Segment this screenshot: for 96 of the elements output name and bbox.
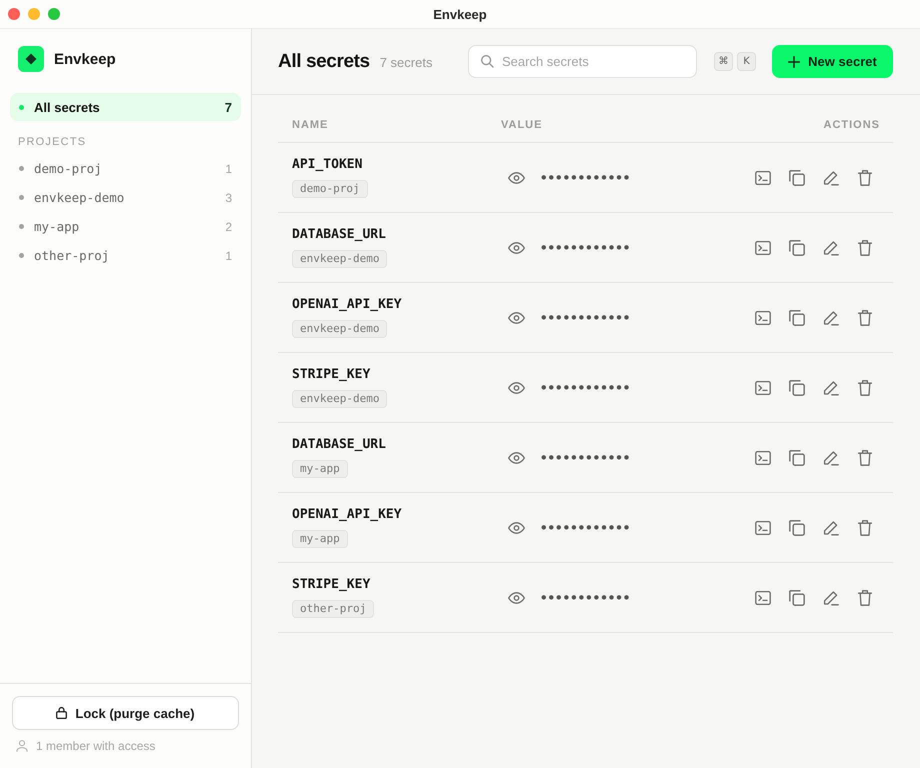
copy-icon[interactable] xyxy=(789,380,805,396)
project-item[interactable]: demo-proj 1 xyxy=(10,154,241,183)
eye-icon[interactable] xyxy=(508,452,525,464)
pencil-icon[interactable] xyxy=(823,310,839,326)
nav-label: All secrets xyxy=(34,100,101,114)
trash-icon[interactable] xyxy=(857,240,873,256)
dot-icon xyxy=(19,253,24,258)
copy-icon[interactable] xyxy=(789,450,805,466)
project-tag: demo-proj xyxy=(292,180,368,198)
secret-name: STRIPE_KEY xyxy=(292,367,370,383)
pencil-icon[interactable] xyxy=(823,450,839,466)
project-tag: my-app xyxy=(292,530,348,548)
eye-icon[interactable] xyxy=(508,242,525,254)
secret-name: OPENAI_API_KEY xyxy=(292,507,402,523)
item-count: 3 xyxy=(225,190,232,204)
item-count: 7 xyxy=(224,100,232,114)
masked-value: •••••••••••• xyxy=(540,520,630,535)
secret-name: API_TOKEN xyxy=(292,157,362,173)
dot-icon xyxy=(19,195,24,200)
shortcut-key: ⌘ xyxy=(714,52,733,71)
terminal-icon[interactable] xyxy=(755,170,771,186)
pencil-icon[interactable] xyxy=(823,590,839,606)
project-name: other-proj xyxy=(34,248,110,263)
pencil-icon[interactable] xyxy=(823,380,839,396)
project-tag: envkeep-demo xyxy=(292,320,388,338)
masked-value: •••••••••••• xyxy=(540,170,630,185)
eye-icon[interactable] xyxy=(508,592,525,604)
project-tag: envkeep-demo xyxy=(292,250,388,268)
column-header: ACTIONS xyxy=(824,118,880,130)
masked-value: •••••••••••• xyxy=(540,590,630,605)
dot-icon xyxy=(19,166,24,171)
trash-icon[interactable] xyxy=(857,520,873,536)
lock-button[interactable]: Lock (purge cache) xyxy=(12,696,239,730)
eye-icon[interactable] xyxy=(508,382,525,394)
eye-icon[interactable] xyxy=(508,522,525,534)
plus-icon xyxy=(788,56,800,68)
dot-icon xyxy=(19,224,24,229)
column-header: VALUE xyxy=(501,118,544,130)
column-header: NAME xyxy=(292,118,330,130)
pencil-icon[interactable] xyxy=(823,170,839,186)
secret-name: STRIPE_KEY xyxy=(292,577,370,593)
terminal-icon[interactable] xyxy=(755,240,771,256)
item-count: 2 xyxy=(225,220,232,234)
project-tag: envkeep-demo xyxy=(292,390,388,408)
secret-count: 7 secrets xyxy=(380,54,432,70)
project-tag: my-app xyxy=(292,460,348,478)
trash-icon[interactable] xyxy=(857,310,873,326)
section-heading: PROJECTS xyxy=(18,136,86,148)
masked-value: •••••••••••• xyxy=(540,310,630,325)
trash-icon[interactable] xyxy=(857,450,873,466)
person-icon xyxy=(16,740,28,752)
secret-name: OPENAI_API_KEY xyxy=(292,297,402,313)
eye-icon[interactable] xyxy=(508,172,525,184)
trash-icon[interactable] xyxy=(857,170,873,186)
project-name: demo-proj xyxy=(34,161,103,176)
masked-value: •••••••••••• xyxy=(540,380,630,395)
terminal-icon[interactable] xyxy=(755,590,771,606)
trash-icon[interactable] xyxy=(857,590,873,606)
terminal-icon[interactable] xyxy=(755,450,771,466)
lock-icon xyxy=(56,707,68,719)
terminal-icon[interactable] xyxy=(755,380,771,396)
terminal-icon[interactable] xyxy=(755,520,771,536)
item-count: 1 xyxy=(225,162,232,176)
page-title: All secrets xyxy=(278,50,370,72)
eye-icon[interactable] xyxy=(508,312,525,324)
pencil-icon[interactable] xyxy=(823,240,839,256)
window-title: Envkeep xyxy=(433,6,487,22)
new-secret-button[interactable]: New secret xyxy=(772,45,893,78)
masked-value: •••••••••••• xyxy=(540,240,630,255)
shortcut-key: K xyxy=(737,52,756,71)
secret-name: DATABASE_URL xyxy=(292,437,386,453)
project-item[interactable]: envkeep-demo 3 xyxy=(10,183,241,212)
copy-icon[interactable] xyxy=(789,590,805,606)
copy-icon[interactable] xyxy=(789,520,805,536)
item-count: 1 xyxy=(225,248,232,262)
secret-name: DATABASE_URL xyxy=(292,227,386,243)
copy-icon[interactable] xyxy=(789,170,805,186)
project-item[interactable]: other-proj 1 xyxy=(10,241,241,270)
search-field[interactable]: Search secrets xyxy=(468,45,697,78)
dot-icon xyxy=(19,104,24,110)
terminal-icon[interactable] xyxy=(755,310,771,326)
trash-icon[interactable] xyxy=(857,380,873,396)
search-icon xyxy=(481,55,494,68)
nav-item[interactable]: All secrets 7 xyxy=(10,93,241,121)
diamond-logo-icon xyxy=(18,46,44,72)
copy-icon[interactable] xyxy=(789,310,805,326)
project-item[interactable]: my-app 2 xyxy=(10,212,241,241)
app-name: Envkeep xyxy=(54,50,116,68)
project-name: envkeep-demo xyxy=(34,190,126,205)
copy-icon[interactable] xyxy=(789,240,805,256)
project-name: my-app xyxy=(34,219,80,234)
masked-value: •••••••••••• xyxy=(540,450,630,465)
project-tag: other-proj xyxy=(292,600,374,618)
pencil-icon[interactable] xyxy=(823,520,839,536)
member-count-text: 1 member with access xyxy=(36,739,156,753)
close-window-icon[interactable] xyxy=(8,8,20,20)
